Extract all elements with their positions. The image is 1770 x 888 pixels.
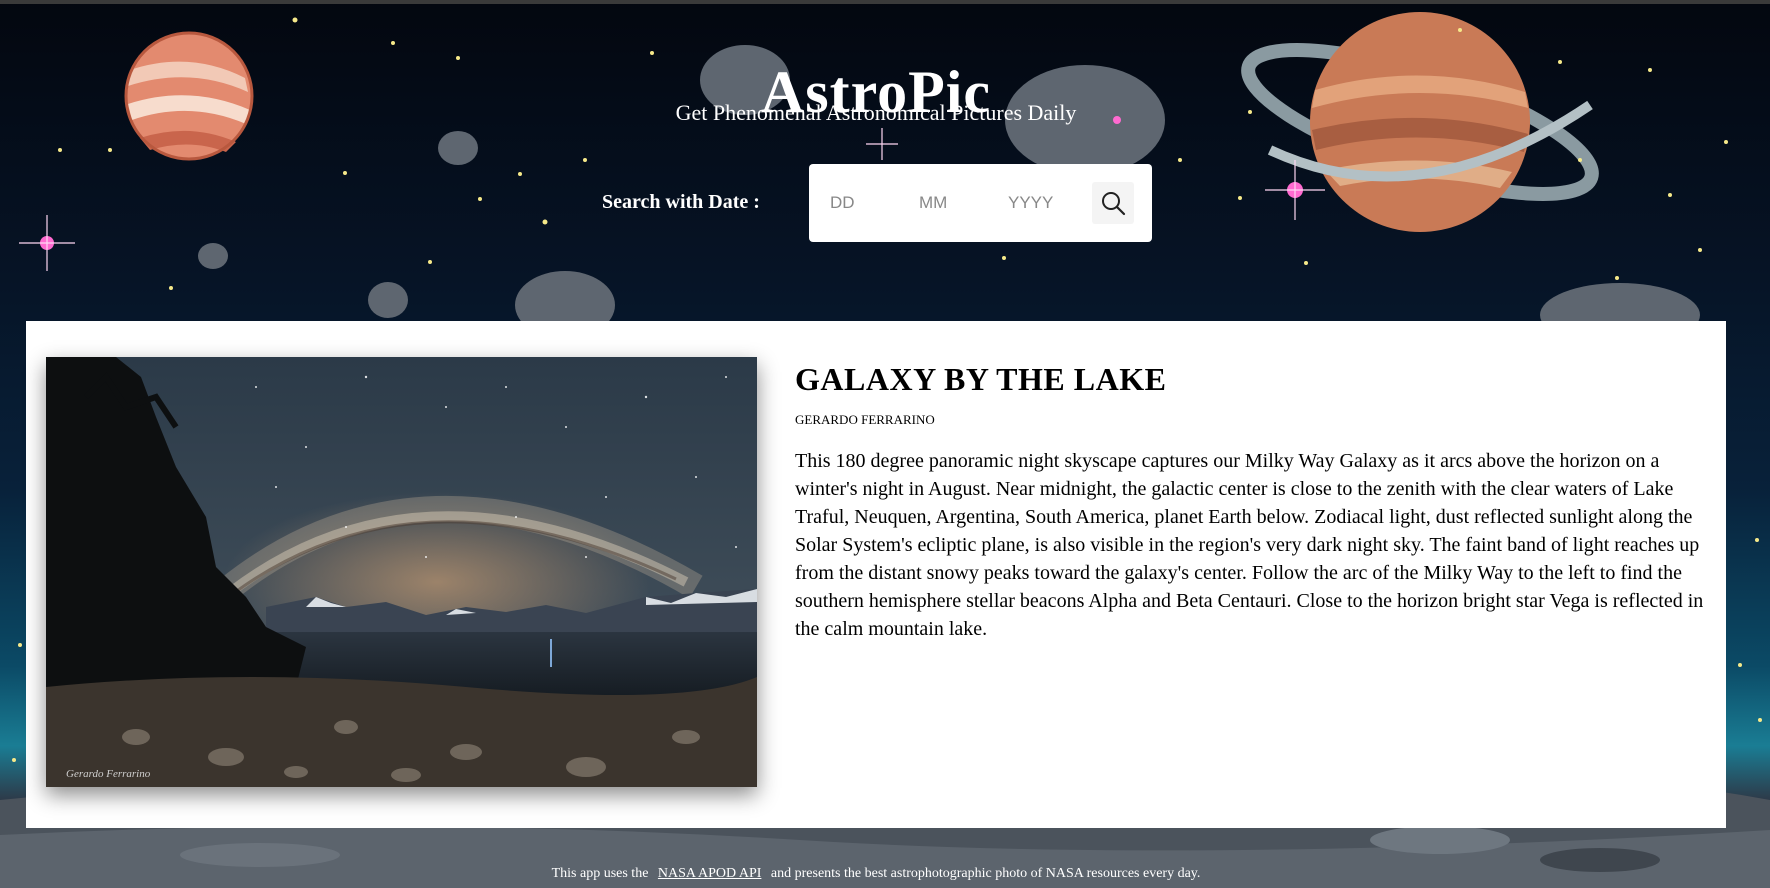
picture-author: GERARDO FERRARINO xyxy=(795,412,935,427)
footer-suffix: and presents the best astrophotographic … xyxy=(770,866,1201,881)
footer-prefix: This app uses the xyxy=(551,866,649,881)
picture-card: Gerardo Ferrarino GALAXY BY THE LAKE GER… xyxy=(26,321,1726,828)
day-input[interactable] xyxy=(830,188,900,218)
picture-title: GALAXY BY THE LAKE xyxy=(795,361,1167,397)
search-date-label: Search with Date : xyxy=(602,191,760,213)
month-input[interactable] xyxy=(919,188,989,218)
search-button[interactable] xyxy=(1092,182,1134,224)
app-page: AstroPic Get Phenomenal Astronomical Pic… xyxy=(0,0,1770,888)
galaxy-lake-image: Gerardo Ferrarino xyxy=(46,357,757,787)
date-search-box xyxy=(809,164,1152,242)
nasa-apod-api-link[interactable]: NASA APOD API xyxy=(658,866,761,881)
app-subtitle: Get Phenomenal Astronomical Pictures Dai… xyxy=(675,100,1077,125)
footer: This app uses the NASA APOD API and pres… xyxy=(0,866,1752,882)
astronomy-picture: Gerardo Ferrarino xyxy=(46,357,757,787)
year-input[interactable] xyxy=(1008,188,1088,218)
search-icon xyxy=(1102,192,1126,216)
photo-watermark: Gerardo Ferrarino xyxy=(66,768,151,780)
picture-description: This 180 degree panoramic night skyscape… xyxy=(795,450,1704,640)
